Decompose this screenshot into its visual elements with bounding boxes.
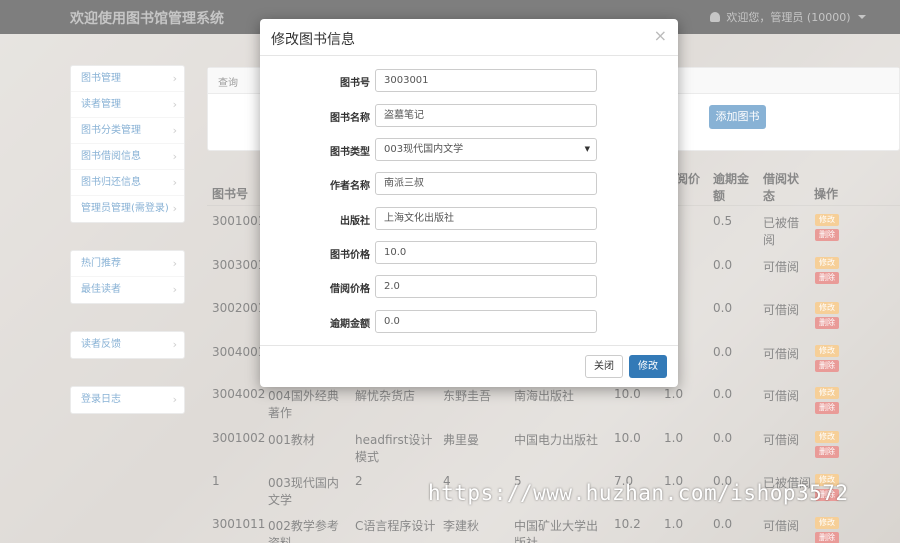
author-input[interactable]: 南派三叔 [375,172,597,195]
book-id-input[interactable]: 3003001 [375,69,597,92]
borrow-price-input[interactable]: 2.0 [375,275,597,298]
watermark-text: https://www.huzhan.com/ishop3572 [428,481,849,505]
label-book-name: 图书名称 [330,113,370,124]
book-type-select[interactable]: 003现代国内文学 ▼ [375,138,597,161]
book-name-input[interactable]: 盗墓笔记 [375,104,597,127]
label-overdue-amount: 逾期金额 [330,319,370,330]
label-book-id: 图书号 [340,78,370,89]
overdue-amount-input[interactable]: 0.0 [375,310,597,333]
label-author: 作者名称 [330,181,370,192]
label-book-price: 图书价格 [330,250,370,261]
publisher-input[interactable]: 上海文化出版社 [375,207,597,230]
close-button[interactable]: 关闭 [585,355,623,378]
edit-book-modal: 修改图书信息 × 图书号 3003001 图书名称 盗墓笔记 图书类型 003现… [260,19,678,387]
modal-footer-divider [260,345,678,346]
close-icon[interactable]: × [654,26,667,45]
label-book-type: 图书类型 [330,147,370,158]
caret-down-icon: ▼ [584,145,590,153]
label-publisher: 出版社 [340,216,370,227]
book-price-input[interactable]: 10.0 [375,241,597,264]
label-borrow-price: 借阅价格 [330,284,370,295]
modal-header: 修改图书信息 × [260,19,678,56]
modal-title: 修改图书信息 [271,32,355,48]
save-button[interactable]: 修改 [629,355,667,378]
book-type-value: 003现代国内文学 [384,144,464,155]
